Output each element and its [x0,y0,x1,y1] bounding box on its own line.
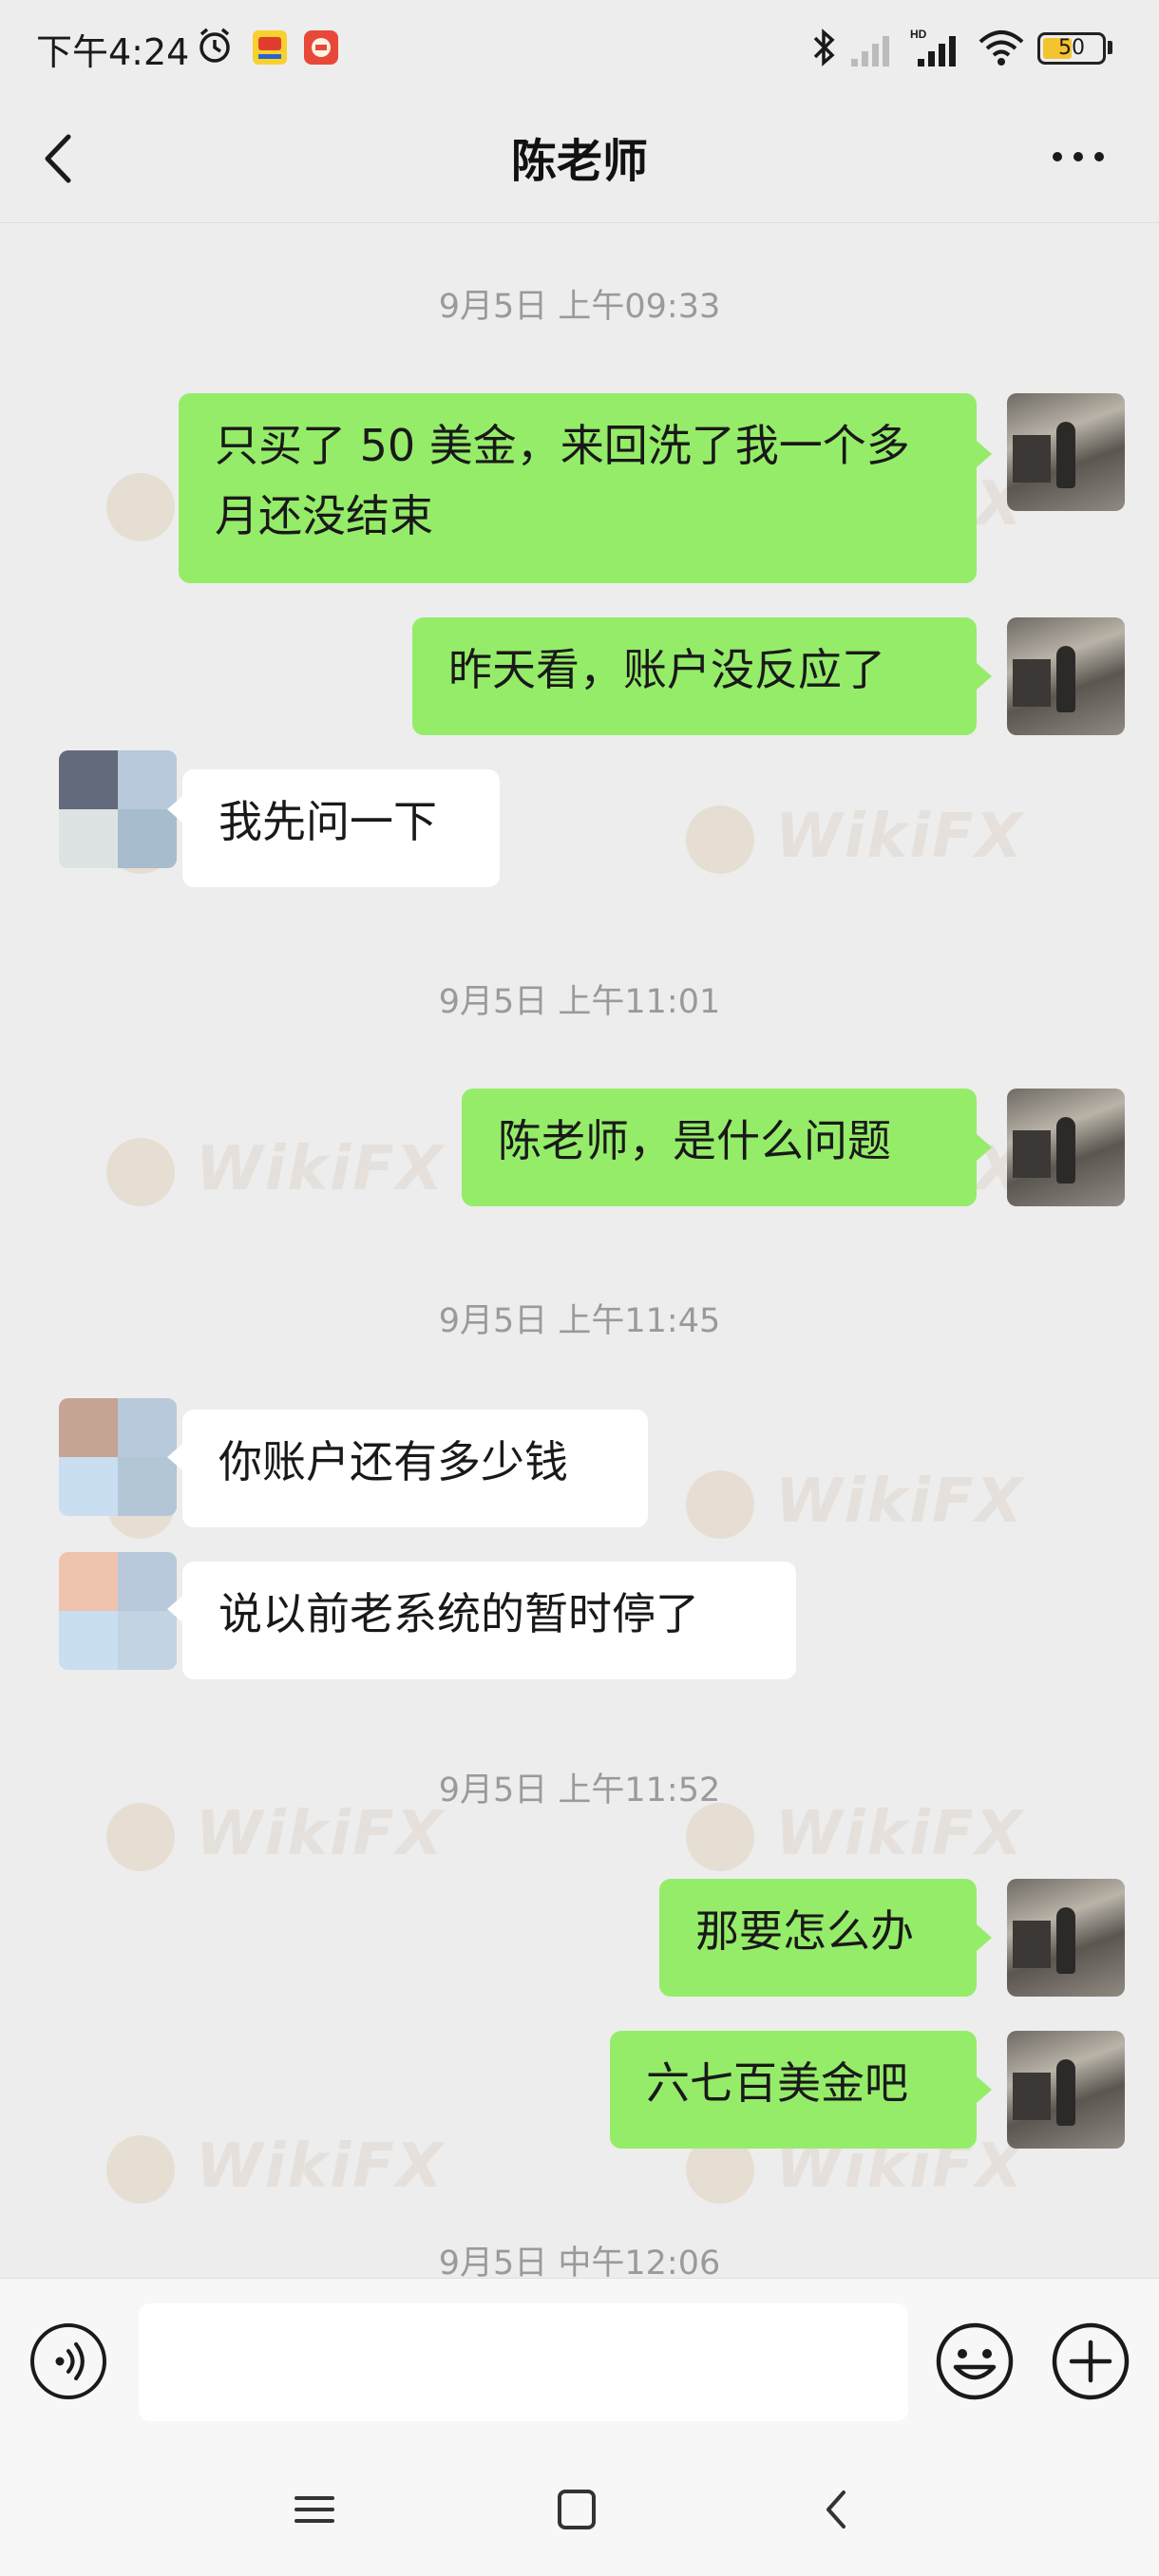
bubble-tail [977,1924,992,1951]
emoji-icon[interactable] [935,2321,1015,2401]
message-list[interactable]: WikiFX WikiFX WikiFX WikiFX WikiFX WikiF… [0,222,1159,2278]
chat-title: 陈老师 [510,135,648,188]
bubble-tail [977,1134,992,1161]
timestamp: 9月5日 上午09:33 [438,288,721,326]
bubble-tail [977,2076,992,2103]
message-bubble-sent[interactable]: 只买了 50 美金，来回洗了我一个多月还没结束 [179,393,977,583]
input-bar [0,2278,1159,2444]
home-icon[interactable] [543,2481,610,2538]
message-bubble-received[interactable]: 说以前老系统的暂时停了 [182,1562,796,1679]
watermark-logo [106,473,175,541]
watermark-logo [106,1138,175,1206]
timestamp: 9月5日 上午11:52 [438,1771,721,1809]
wifi-icon [978,30,1024,66]
watermark: WikiFX [775,802,1025,872]
hd-signal-icon: HD [910,28,956,66]
app-notification-icon [253,30,287,65]
alarm-icon [200,28,230,63]
avatar[interactable] [59,1398,177,1516]
watermark-logo [686,1803,754,1871]
message-bubble-sent[interactable]: 陈老师，是什么问题 [462,1089,977,1206]
more-dots-icon[interactable] [1045,133,1112,180]
system-nav-bar [0,2443,1159,2576]
bubble-tail [977,663,992,690]
timestamp: 9月5日 上午11:01 [438,983,721,1021]
watermark-logo [686,805,754,874]
watermark-logo [686,1470,754,1539]
status-time: 下午4:24 [36,31,190,73]
status-bar: 下午4:24 HD 50 [0,0,1159,95]
watermark-logo [106,2135,175,2204]
bubble-tail [167,1596,182,1622]
bubble-tail [167,796,182,823]
bluetooth-icon [813,28,835,66]
voice-icon[interactable] [30,2323,106,2399]
battery-percent: 50 [1058,36,1085,60]
timestamp: 9月5日 中午12:06 [438,2245,721,2278]
timestamp: 9月5日 上午11:45 [438,1302,721,1340]
watermark: WikiFX [775,1467,1025,1537]
watermark-logo [106,1803,175,1871]
message-bubble-received[interactable]: 你账户还有多少钱 [182,1410,648,1527]
avatar[interactable] [1007,1879,1125,1997]
signal-icon [851,36,889,66]
watermark: WikiFX [196,1134,446,1204]
svg-text:HD: HD [910,28,927,41]
avatar[interactable] [59,1552,177,1670]
message-bubble-sent[interactable]: 那要怎么办 [659,1879,977,1997]
message-bubble-sent[interactable]: 六七百美金吧 [610,2031,977,2149]
message-input[interactable] [139,2303,908,2421]
menu-icon[interactable] [281,2481,348,2538]
battery-cap [1108,41,1112,54]
back-icon[interactable] [804,2481,870,2538]
plus-icon[interactable] [1051,2321,1130,2401]
avatar[interactable] [1007,393,1125,511]
bubble-tail [167,1444,182,1470]
avatar[interactable] [1007,1089,1125,1206]
watermark: WikiFX [196,2131,446,2202]
avatar[interactable] [1007,2031,1125,2149]
app-notification-icon [304,30,338,65]
battery-icon: 50 [1037,32,1106,65]
avatar[interactable] [1007,617,1125,735]
bubble-tail [977,441,992,467]
message-bubble-received[interactable]: 我先问一下 [182,769,500,887]
message-bubble-sent[interactable]: 昨天看，账户没反应了 [412,617,977,735]
avatar[interactable] [59,750,177,868]
chat-header: 陈老师 [0,95,1159,223]
